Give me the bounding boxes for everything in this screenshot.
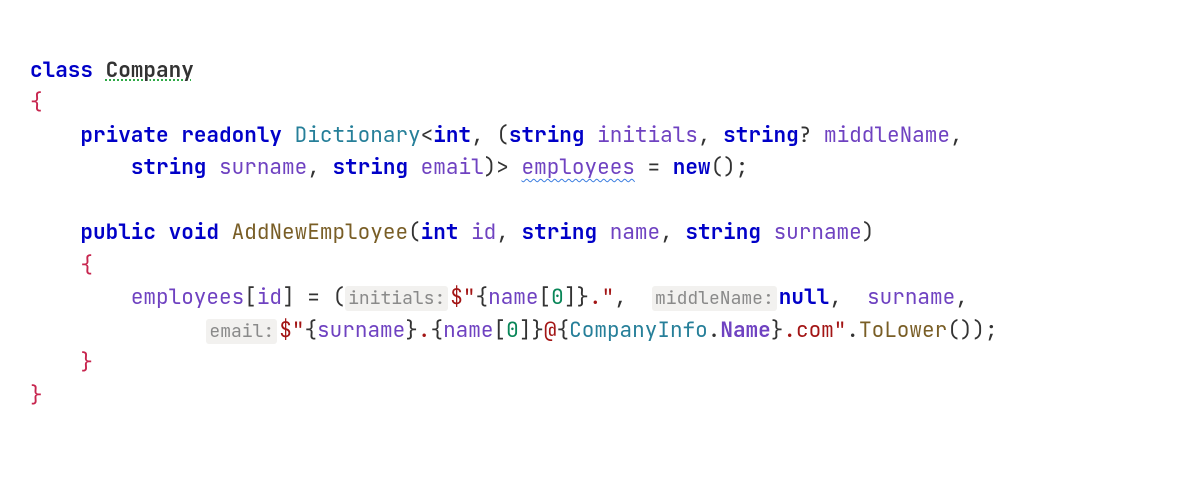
keyword-string: string xyxy=(522,219,598,246)
keyword-string: string xyxy=(723,122,799,149)
ref-name: name xyxy=(488,284,538,311)
param-id: id xyxy=(471,219,496,246)
keyword-int: int xyxy=(421,219,459,246)
keyword-string: string xyxy=(509,122,585,149)
keyword-null: null xyxy=(779,284,829,311)
keyword-string: string xyxy=(131,154,207,181)
code-line-6: public void AddNewEmployee(int id, strin… xyxy=(30,219,874,246)
field-employees: employees xyxy=(522,154,635,181)
close-brace: } xyxy=(30,382,43,409)
type-dictionary: Dictionary xyxy=(295,122,421,149)
keyword-readonly: readonly xyxy=(181,122,282,149)
code-line-1: class Company xyxy=(30,57,194,84)
keyword-void: void xyxy=(169,219,219,246)
param-name: name xyxy=(610,219,660,246)
open-brace: { xyxy=(80,252,93,279)
open-brace: { xyxy=(30,89,43,116)
code-line-9: email:$"{surname}.{name[0]}@{CompanyInfo… xyxy=(30,317,998,344)
keyword-int: int xyxy=(433,122,471,149)
keyword-new: new xyxy=(673,154,711,181)
keyword-private: private xyxy=(80,122,168,149)
code-line-10: } xyxy=(30,349,93,376)
keyword-string: string xyxy=(332,154,408,181)
keyword-public: public xyxy=(80,219,156,246)
method-name: AddNewEmployee xyxy=(232,219,408,246)
ref-surname: surname xyxy=(867,284,955,311)
keyword-class: class xyxy=(30,57,93,84)
code-editor[interactable]: class Company { private readonly Diction… xyxy=(0,0,1200,413)
empty-line xyxy=(30,187,43,214)
inlay-hint-email: email: xyxy=(206,319,277,344)
inlay-hint-middlename: middleName: xyxy=(652,286,777,311)
close-brace: } xyxy=(80,349,93,376)
type-companyinfo: CompanyInfo xyxy=(569,317,708,344)
code-line-11: } xyxy=(30,382,43,409)
ref-id: id xyxy=(257,284,282,311)
code-line-4: string surname, string email)> employees… xyxy=(30,154,748,181)
param-surname: surname xyxy=(774,219,862,246)
number-zero: 0 xyxy=(506,317,519,344)
param-initials: initials xyxy=(597,122,698,149)
ref-surname: surname xyxy=(317,317,405,344)
ref-employees: employees xyxy=(131,284,244,311)
code-line-7: { xyxy=(30,252,93,279)
param-middlename: middleName xyxy=(824,122,950,149)
param-email: email xyxy=(421,154,484,181)
class-name: Company xyxy=(106,57,194,84)
code-line-2: { xyxy=(30,89,43,116)
code-line-8: employees[id] = (initials:$"{name[0]}.",… xyxy=(30,284,968,311)
param-surname: surname xyxy=(219,154,307,181)
inlay-hint-initials: initials: xyxy=(345,286,448,311)
ref-name: name xyxy=(443,317,493,344)
method-tolower: ToLower xyxy=(859,317,947,344)
code-line-3: private readonly Dictionary<int, (string… xyxy=(30,122,963,149)
prop-name: Name xyxy=(720,317,770,344)
keyword-string: string xyxy=(685,219,761,246)
number-zero: 0 xyxy=(551,284,564,311)
